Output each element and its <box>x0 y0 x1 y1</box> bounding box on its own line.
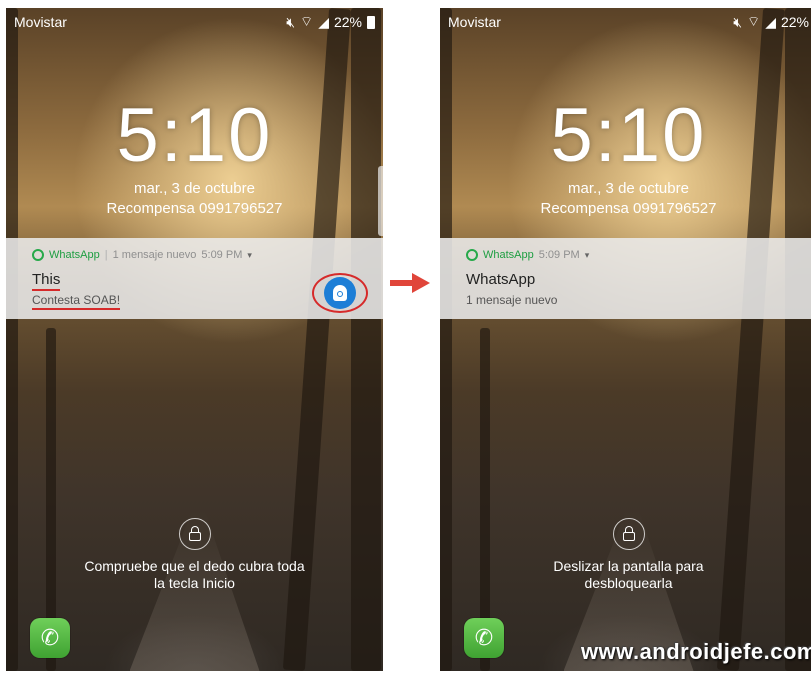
signal-icon: ◢ <box>765 13 776 30</box>
notification-app-name: WhatsApp <box>49 249 100 261</box>
notification-title: This <box>32 271 61 291</box>
wifi-icon: ⌔ <box>300 13 314 29</box>
header-separator: | <box>104 249 108 261</box>
lockscreen-clock: 5:10 <box>550 93 707 178</box>
unlock-hint-line1: Compruebe que el dedo cubra toda <box>84 558 305 574</box>
phone-shortcut-button[interactable]: ✆ <box>464 618 504 658</box>
notification-meta: 1 mensaje nuevo <box>112 249 197 261</box>
owner-info: Recompensa 0991796527 <box>540 200 717 217</box>
carrier-label: Movistar <box>14 14 67 30</box>
unlock-hint: Compruebe que el dedo cubra toda la tecl… <box>6 558 383 592</box>
notification-card[interactable]: WhatsApp 5:09 PM ▾ WhatsApp 1 mensaje nu… <box>440 238 811 319</box>
unlock-hint-line2: la tecla Inicio <box>154 575 235 591</box>
carrier-label: Movistar <box>448 14 501 30</box>
lockscreen-left: Movistar 🔇︎ ⌔ ◢ 22% 5:10 mar., 3 de octu… <box>6 8 383 671</box>
unlock-hint-line2: desbloquearla <box>584 575 673 591</box>
lockscreen-date: mar., 3 de octubre <box>568 180 689 197</box>
unlock-hint-line1: Deslizar la pantalla para <box>553 558 704 574</box>
signal-icon: ◢ <box>318 13 329 30</box>
battery-percent: 22% <box>333 14 362 30</box>
notification-header: WhatsApp 5:09 PM ▾ <box>466 249 589 261</box>
notification-title-text: This <box>32 271 61 291</box>
whatsapp-icon <box>466 249 478 261</box>
chevron-down-icon[interactable]: ▾ <box>247 250 252 261</box>
android-app-icon[interactable] <box>324 277 356 309</box>
phone-shortcut-button[interactable]: ✆ <box>30 618 70 658</box>
notification-time: 5:09 PM <box>538 249 580 261</box>
battery-percent: 22% <box>780 14 809 30</box>
highlight-circle <box>312 273 368 313</box>
lock-icon <box>188 525 201 541</box>
notification-title: WhatsApp <box>466 271 536 288</box>
lockscreen-right: Movistar 🔇︎ ⌔ ◢ 22% 5:10 mar., 3 de octu… <box>440 8 811 671</box>
status-bar: Movistar 🔇︎ ⌔ ◢ 22% <box>6 8 383 34</box>
edge-panel-handle[interactable] <box>378 166 383 236</box>
whatsapp-icon <box>32 249 44 261</box>
notification-card[interactable]: WhatsApp | 1 mensaje nuevo 5:09 PM ▾ Thi… <box>6 238 383 319</box>
arrow-right-icon <box>390 273 430 293</box>
phone-icon: ✆ <box>40 625 60 650</box>
lock-icon <box>622 525 635 541</box>
notification-time: 5:09 PM <box>201 249 243 261</box>
unlock-icon[interactable] <box>612 518 645 550</box>
notification-header: WhatsApp | 1 mensaje nuevo 5:09 PM ▾ <box>32 249 252 261</box>
status-icons: 🔇︎ ⌔ ◢ 22% <box>286 13 375 31</box>
notification-body-text: Contesta SOAB! <box>32 293 121 310</box>
watermark: www.androidjefe.com <box>580 639 811 664</box>
owner-info: Recompensa 0991796527 <box>106 200 283 217</box>
status-icons: 🔇︎ ⌔ ◢ 22% <box>733 13 809 31</box>
lockscreen-clock: 5:10 <box>116 93 273 178</box>
lockscreen-date: mar., 3 de octubre <box>134 180 255 197</box>
mute-icon: 🔇︎ <box>286 13 296 30</box>
phone-icon: ✆ <box>474 625 494 650</box>
battery-icon <box>367 15 375 29</box>
status-bar: Movistar 🔇︎ ⌔ ◢ 22% <box>440 8 811 34</box>
unlock-hint: Deslizar la pantalla para desbloquearla <box>440 558 811 592</box>
mute-icon: 🔇︎ <box>733 13 743 30</box>
notification-body: Contesta SOAB! <box>32 293 121 310</box>
notification-body: 1 mensaje nuevo <box>466 293 558 307</box>
wifi-icon: ⌔ <box>747 13 761 29</box>
chevron-down-icon[interactable]: ▾ <box>585 250 590 261</box>
unlock-icon[interactable] <box>178 518 211 550</box>
android-robot-icon <box>333 285 347 301</box>
notification-app-name: WhatsApp <box>483 249 534 261</box>
